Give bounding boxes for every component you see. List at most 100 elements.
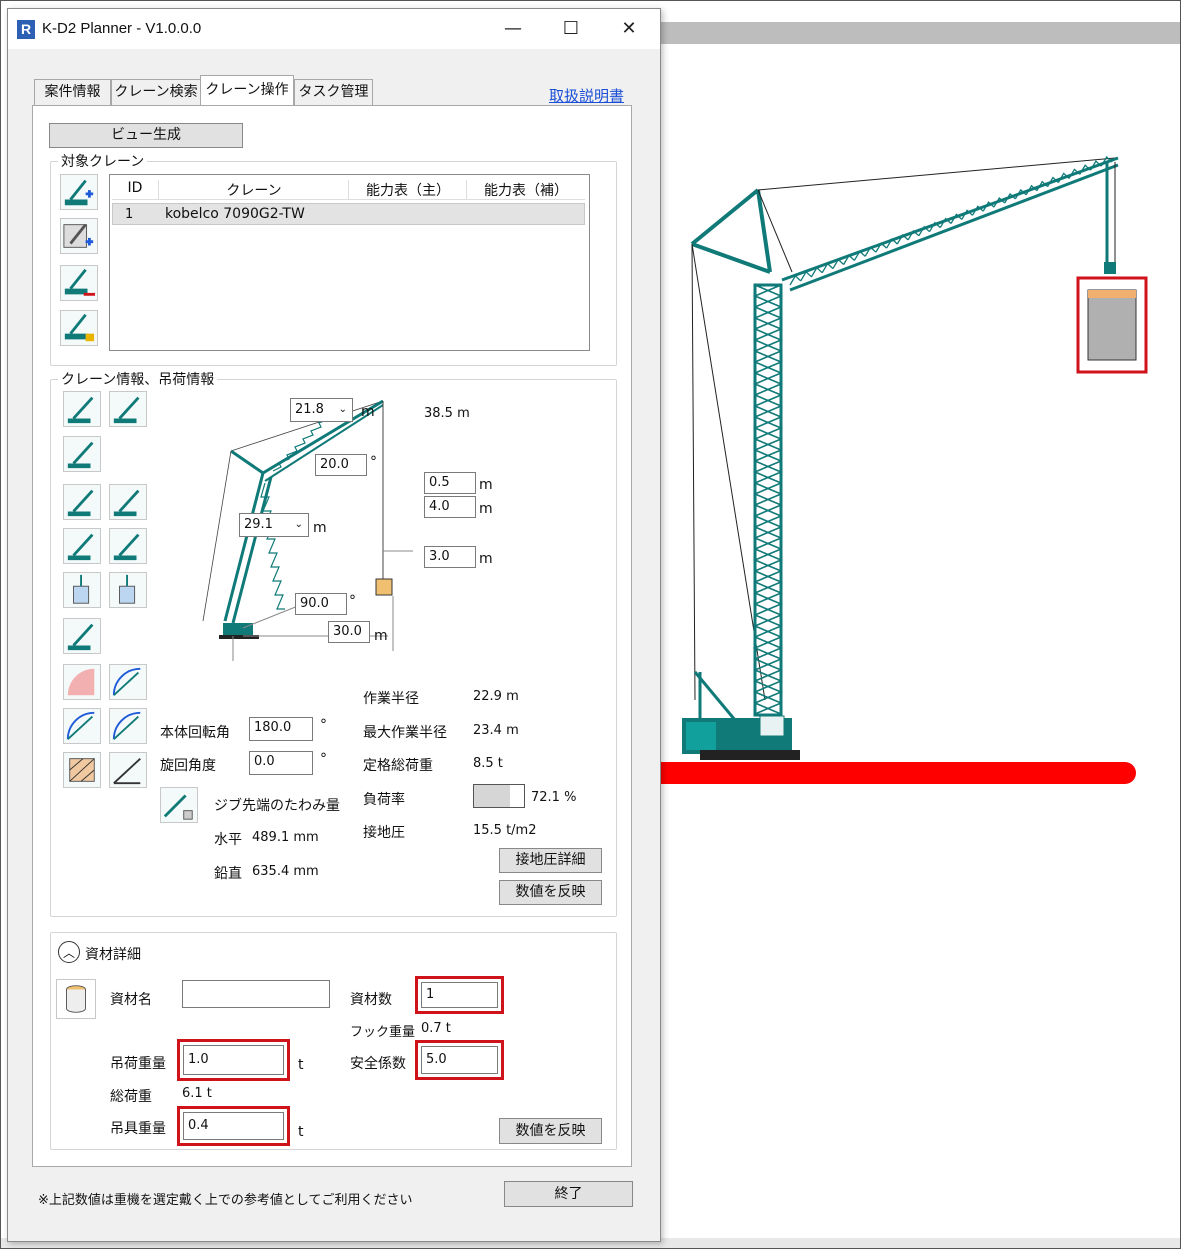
jib-length-dropdown[interactable]: 21.8 ⌄: [290, 398, 353, 422]
crane-3d-view[interactable]: [640, 44, 1181, 804]
col-aux-capacity[interactable]: 能力表（補）: [466, 180, 585, 200]
load-height-icon[interactable]: [63, 572, 101, 608]
total-load-value: 6.1 t: [182, 1086, 212, 1101]
chevron-down-icon: ⌄: [294, 519, 303, 530]
stat-working-radius-label: 作業半径: [363, 691, 419, 707]
tab-crane-operation[interactable]: クレーン操作: [200, 75, 294, 107]
rotate-right-icon[interactable]: [109, 484, 147, 520]
radius-input[interactable]: 30.0: [328, 621, 370, 643]
chevron-down-icon: ⌄: [338, 404, 347, 415]
tab-project-info[interactable]: 案件情報: [34, 79, 111, 105]
move-crane-icon[interactable]: [63, 391, 101, 427]
title-bar: R K-D2 Planner - V1.0.0.0 — ☐ ✕: [8, 9, 660, 49]
plane-icon[interactable]: [63, 436, 101, 472]
load-lift-icon[interactable]: [109, 572, 147, 608]
radius-unit: m: [374, 628, 388, 644]
row-crane-name: kobelco 7090G2-TW: [165, 206, 305, 222]
vertical-value: 635.4 mm: [252, 864, 319, 879]
collapse-chevron-icon[interactable]: ︿: [58, 941, 80, 963]
remove-crane-icon[interactable]: [60, 265, 98, 301]
load-rate-bar: [473, 784, 525, 808]
hook-offset-a-input[interactable]: 0.5: [424, 472, 476, 494]
boom-length-dropdown[interactable]: 29.1 ⌄: [239, 513, 309, 537]
stat-max-radius-label: 最大作業半径: [363, 725, 447, 741]
angle-measure-icon[interactable]: [109, 752, 147, 788]
material-name-input[interactable]: [182, 980, 330, 1008]
col-main-capacity[interactable]: 能力表（主）: [348, 180, 467, 200]
safety-factor-input[interactable]: 5.0: [421, 1046, 498, 1074]
total-load-label: 総荷重: [110, 1089, 152, 1105]
jib-length-value: 21.8: [295, 402, 324, 417]
footer-note: ※上記数値は重機を選定戴く上での参考値としてご利用ください: [38, 1193, 413, 1208]
total-height-value: 38.5 m: [424, 406, 470, 421]
stat-ground-pressure-value: 15.5 t/m2: [473, 823, 537, 838]
load-block: [1087, 289, 1137, 361]
stat-max-radius-value: 23.4 m: [473, 723, 519, 738]
tab-task-management[interactable]: タスク管理: [294, 79, 373, 105]
load-weight-input[interactable]: 1.0: [183, 1045, 284, 1075]
radius-red-icon[interactable]: [63, 664, 101, 700]
body-rotation-input[interactable]: 180.0: [249, 717, 313, 741]
hatch-area-icon[interactable]: [63, 752, 101, 788]
crane-eye-icon[interactable]: [63, 618, 101, 654]
body-rotation-unit: °: [320, 717, 327, 733]
radius-blue-icon[interactable]: [109, 664, 147, 700]
rotate-left-icon[interactable]: [63, 484, 101, 520]
crane-info-label: クレーン情報、吊荷情報: [58, 369, 218, 389]
hook-offset-c-input[interactable]: 3.0: [424, 546, 476, 568]
hook-weight-label: フック重量: [350, 1025, 416, 1040]
crane-operation-panel: ビュー生成 対象クレーン ID クレーン 能力表（主） 能力表（補） 1 kob…: [32, 105, 632, 1167]
horizontal-value: 489.1 mm: [252, 830, 319, 845]
boom-down-icon[interactable]: [109, 528, 147, 564]
stat-rated-load-value: 8.5 t: [473, 756, 503, 771]
material-header: 資材詳細: [85, 947, 141, 963]
hook-weight-value: 0.7 t: [421, 1021, 451, 1036]
jib-angle-input[interactable]: 20.0: [315, 454, 367, 476]
maximize-button[interactable]: ☐: [548, 13, 594, 45]
crane-view-icon[interactable]: [109, 391, 147, 427]
exit-button[interactable]: 終了: [504, 1181, 633, 1207]
add-crane-from-list-icon[interactable]: [60, 218, 98, 254]
table-row[interactable]: 1 kobelco 7090G2-TW: [112, 203, 585, 225]
load-weight-unit: t: [298, 1057, 304, 1073]
deflection-label: ジブ先端のたわみ量: [214, 798, 340, 814]
material-count-label: 資材数: [350, 992, 392, 1008]
boom-angle-unit: °: [349, 593, 356, 609]
target-crane-label: 対象クレーン: [58, 151, 148, 171]
stat-rated-load-label: 定格総荷重: [363, 758, 433, 774]
apply-material-values-button[interactable]: 数値を反映: [499, 1118, 602, 1144]
close-button[interactable]: ✕: [606, 13, 652, 45]
crane-table: ID クレーン 能力表（主） 能力表（補） 1 kobelco 7090G2-T…: [109, 174, 590, 351]
col-id[interactable]: ID: [112, 180, 158, 196]
add-crane-icon[interactable]: [60, 174, 98, 210]
radius-arc-icon[interactable]: [109, 708, 147, 744]
hook-offset-b-input[interactable]: 4.0: [424, 496, 476, 518]
stat-load-rate-value: 72.1 %: [531, 790, 577, 805]
view-generate-button[interactable]: ビュー生成: [49, 123, 243, 148]
col-crane[interactable]: クレーン: [158, 180, 349, 200]
boom-angle-input[interactable]: 90.0: [295, 593, 347, 615]
apply-crane-values-button[interactable]: 数値を反映: [499, 880, 602, 905]
manual-link[interactable]: 取扱説明書: [549, 85, 624, 106]
material-count-input[interactable]: 1: [421, 982, 498, 1008]
rigging-weight-input[interactable]: 0.4: [183, 1112, 284, 1140]
tab-crane-search[interactable]: クレーン検索: [111, 79, 201, 105]
swing-angle-label: 旋回角度: [160, 758, 216, 774]
crane-table-header: ID クレーン 能力表（主） 能力表（補）: [112, 177, 585, 200]
ground-pressure-detail-button[interactable]: 接地圧詳細: [499, 848, 602, 873]
swing-angle-unit: °: [320, 751, 327, 767]
view-tab-strip: [640, 22, 1181, 44]
safety-factor-label: 安全係数: [350, 1056, 406, 1072]
jib-deflection-icon: [160, 787, 198, 823]
jib-length-unit: m: [361, 404, 375, 420]
boom-up-icon[interactable]: [63, 528, 101, 564]
stat-ground-pressure-label: 接地圧: [363, 825, 405, 841]
lock-crane-icon[interactable]: [60, 310, 98, 346]
stat-working-radius-value: 22.9 m: [473, 689, 519, 704]
window-title: K-D2 Planner - V1.0.0.0: [42, 20, 202, 37]
load-weight-label: 吊荷重量: [110, 1056, 166, 1072]
minimize-button[interactable]: —: [490, 13, 536, 45]
swing-angle-input[interactable]: 0.0: [249, 751, 313, 775]
radius-area-icon[interactable]: [63, 708, 101, 744]
vertical-label: 鉛直: [214, 866, 242, 882]
